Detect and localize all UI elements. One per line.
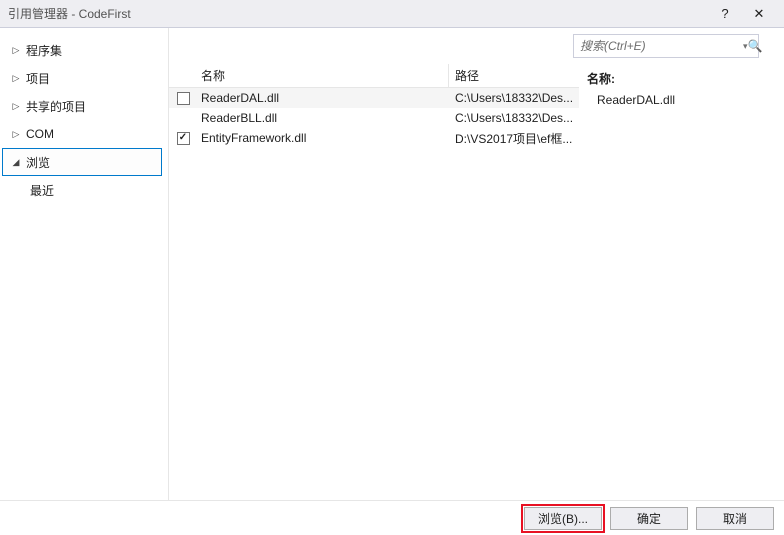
table-row[interactable]: EntityFramework.dll D:\VS2017项目\ef框...: [169, 128, 579, 148]
chevron-right-icon: ▷: [10, 73, 22, 84]
details-panel: 名称: ReaderDAL.dll: [579, 28, 783, 500]
window-title: 引用管理器 - CodeFirst: [8, 5, 708, 22]
ok-button[interactable]: 确定: [610, 507, 688, 530]
table-row[interactable]: ReaderDAL.dll C:\Users\18332\Des...: [169, 88, 579, 108]
row-checkbox[interactable]: [169, 132, 197, 145]
sidebar-item-com[interactable]: ▷ COM: [0, 120, 168, 148]
list-area: ▾ 🔍 名称 路径 ReaderDAL.dll C:\Users\18332\D…: [169, 28, 579, 500]
row-name: EntityFramework.dll: [197, 131, 449, 145]
sidebar-item-label: 程序集: [26, 42, 62, 59]
sidebar-item-label: 最近: [30, 182, 54, 199]
chevron-down-icon: ◢: [10, 157, 22, 168]
sidebar: ▷ 程序集 ▷ 项目 ▷ 共享的项目 ▷ COM ◢ 浏览 最近: [0, 28, 168, 500]
footer: 浏览(B)... 确定 取消: [0, 500, 784, 535]
cancel-button[interactable]: 取消: [696, 507, 774, 530]
sidebar-item-label: 共享的项目: [26, 98, 86, 115]
row-path: C:\Users\18332\Des...: [449, 111, 579, 125]
details-name-label: 名称:: [579, 66, 783, 91]
row-path: D:\VS2017项目\ef框...: [449, 130, 579, 147]
browse-button[interactable]: 浏览(B)...: [524, 507, 602, 530]
sidebar-item-recent[interactable]: 最近: [0, 176, 168, 204]
sidebar-item-browse[interactable]: ◢ 浏览: [2, 148, 162, 176]
row-name: ReaderBLL.dll: [197, 111, 449, 125]
search-input[interactable]: [574, 39, 743, 53]
sidebar-item-label: COM: [26, 127, 54, 141]
chevron-right-icon: ▷: [10, 129, 22, 140]
sidebar-item-assemblies[interactable]: ▷ 程序集: [0, 36, 168, 64]
titlebar: 引用管理器 - CodeFirst ? ✕: [0, 0, 784, 28]
sidebar-item-label: 浏览: [26, 154, 50, 171]
rows-container: ReaderDAL.dll C:\Users\18332\Des... Read…: [169, 88, 579, 148]
col-path[interactable]: 路径: [449, 64, 579, 87]
details-name-value: ReaderDAL.dll: [579, 91, 783, 109]
row-name: ReaderDAL.dll: [197, 91, 449, 105]
sidebar-item-label: 项目: [26, 70, 50, 87]
close-button[interactable]: ✕: [742, 0, 776, 28]
sidebar-item-projects[interactable]: ▷ 项目: [0, 64, 168, 92]
chevron-right-icon: ▷: [10, 101, 22, 112]
sidebar-item-shared-projects[interactable]: ▷ 共享的项目: [0, 92, 168, 120]
col-name[interactable]: 名称: [197, 64, 449, 87]
help-button[interactable]: ?: [708, 0, 742, 28]
chevron-right-icon: ▷: [10, 45, 22, 56]
table-row[interactable]: ReaderBLL.dll C:\Users\18332\Des...: [169, 108, 579, 128]
search-icon[interactable]: 🔍: [748, 39, 763, 53]
search-box[interactable]: ▾ 🔍: [573, 34, 759, 58]
row-checkbox[interactable]: [169, 92, 197, 105]
column-headers: 名称 路径: [169, 64, 579, 88]
row-path: C:\Users\18332\Des...: [449, 91, 579, 105]
